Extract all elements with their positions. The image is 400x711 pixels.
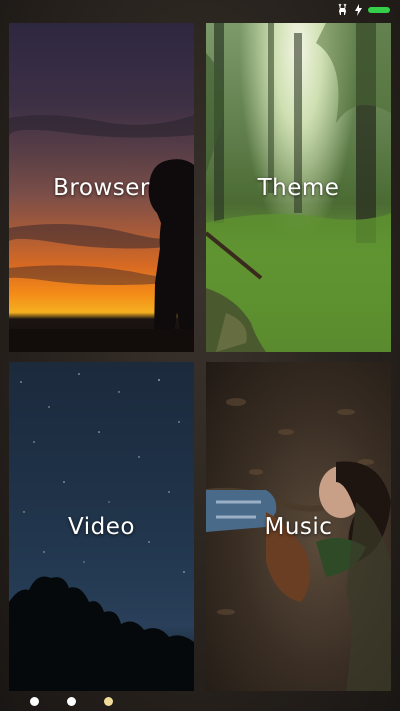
home-screen: Browser Theme Video Music xyxy=(0,0,400,711)
charging-bolt-icon xyxy=(355,3,362,16)
status-icons xyxy=(337,3,390,16)
theme-label: Theme xyxy=(257,174,340,201)
status-bar xyxy=(0,0,400,20)
video-label: Video xyxy=(68,513,135,540)
page-dot-1[interactable] xyxy=(30,697,39,706)
page-dot-2[interactable] xyxy=(67,697,76,706)
deer-icon xyxy=(337,3,349,16)
music-label: Music xyxy=(264,513,333,540)
video-tile[interactable]: Video xyxy=(9,362,194,691)
music-tile[interactable]: Music xyxy=(206,362,391,691)
theme-tile[interactable]: Theme xyxy=(206,23,391,352)
page-indicator xyxy=(30,697,113,706)
battery-icon xyxy=(368,6,390,13)
browser-tile[interactable]: Browser xyxy=(9,23,194,352)
page-dot-3-active[interactable] xyxy=(104,697,113,706)
browser-label: Browser xyxy=(53,174,150,201)
